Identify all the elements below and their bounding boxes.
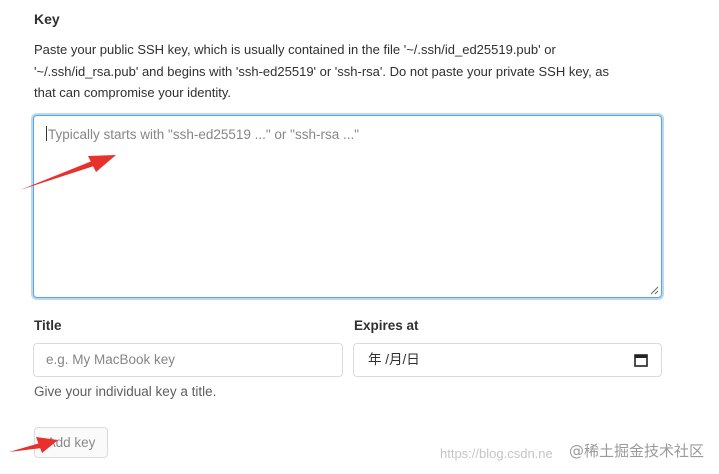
expires-date-input[interactable]: 年 /月/日 [353,343,662,377]
key-help-line: Paste your public SSH key, which is usua… [34,42,556,57]
title-help-text: Give your individual key a title. [34,384,217,399]
title-input[interactable]: e.g. My MacBook key [33,343,343,377]
watermark-url: https://blog.csdn.ne [440,446,553,461]
add-key-button[interactable]: Add key [34,427,108,458]
key-help-text: Paste your public SSH key, which is usua… [34,39,674,104]
title-input-placeholder: e.g. My MacBook key [46,352,176,367]
calendar-icon[interactable] [634,353,648,367]
key-textarea-placeholder: Typically starts with "ssh-ed25519 ..." … [48,127,360,142]
watermark-brand: @稀土掘金技术社区 [569,442,705,460]
title-label: Title [34,318,62,333]
date-input-value: 年 /月/日 [368,352,420,367]
key-label: Key [34,11,60,27]
key-help-line: that can compromise your identity. [34,85,232,100]
resize-grip-icon[interactable] [650,286,659,295]
expires-label: Expires at [354,318,419,333]
key-help-line: '~/.ssh/id_rsa.pub' and begins with 'ssh… [34,63,610,79]
key-textarea[interactable]: Typically starts with "ssh-ed25519 ..." … [33,115,662,298]
text-cursor [46,126,47,141]
